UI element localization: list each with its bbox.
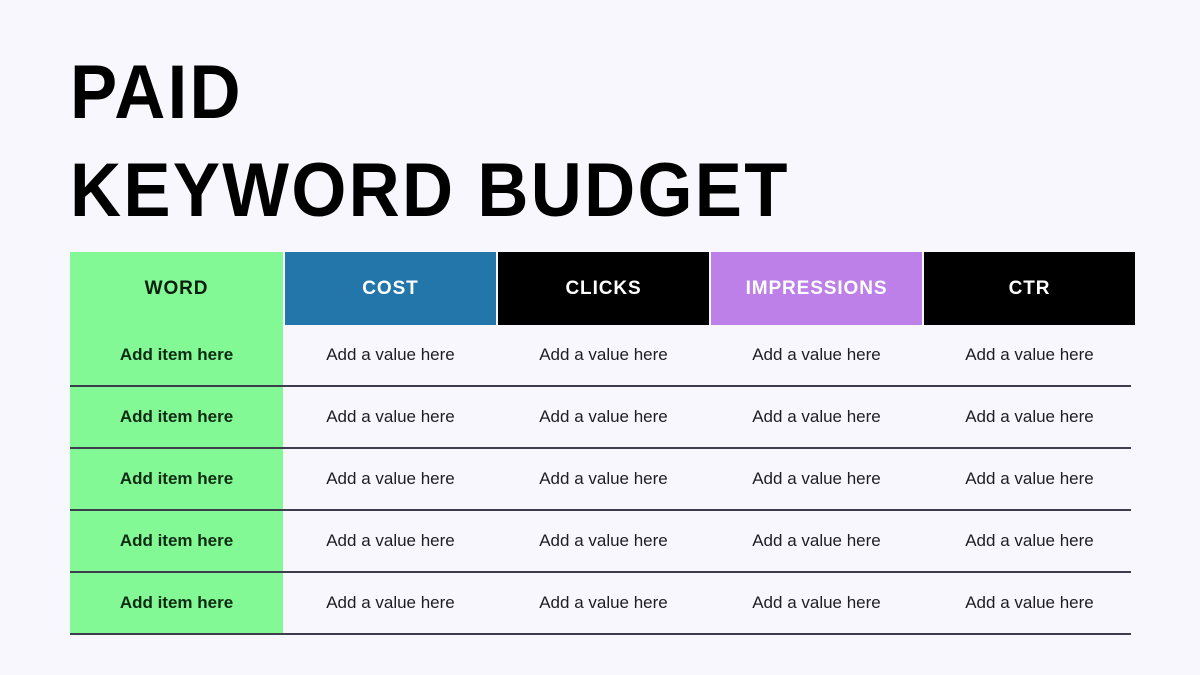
cell-clicks[interactable]: Add a value here bbox=[498, 511, 709, 571]
cell-word[interactable]: Add item here bbox=[70, 387, 283, 447]
title-line-1: PAID bbox=[70, 50, 243, 135]
cell-ctr[interactable]: Add a value here bbox=[924, 325, 1135, 385]
cell-impressions[interactable]: Add a value here bbox=[711, 449, 922, 509]
cell-ctr[interactable]: Add a value here bbox=[924, 573, 1135, 633]
slide-canvas: PAID KEYWORD BUDGET WORD COST CLICKS IMP… bbox=[0, 0, 1200, 675]
cell-ctr[interactable]: Add a value here bbox=[924, 449, 1135, 509]
cell-cost[interactable]: Add a value here bbox=[285, 325, 496, 385]
cell-word[interactable]: Add item here bbox=[70, 573, 283, 633]
budget-table: WORD COST CLICKS IMPRESSIONS CTR Add ite… bbox=[70, 252, 1135, 635]
table-row: Add item here Add a value here Add a value… bbox=[70, 449, 1135, 511]
cell-impressions[interactable]: Add a value here bbox=[711, 325, 922, 385]
cell-impressions[interactable]: Add a value here bbox=[711, 387, 922, 447]
table-header-row: WORD COST CLICKS IMPRESSIONS CTR bbox=[70, 252, 1135, 325]
column-header-clicks[interactable]: CLICKS bbox=[498, 252, 709, 325]
table-row: Add item here Add a value here Add a value… bbox=[70, 325, 1135, 387]
cell-cost[interactable]: Add a value here bbox=[285, 387, 496, 447]
column-header-impressions[interactable]: IMPRESSIONS bbox=[711, 252, 922, 325]
cell-cost[interactable]: Add a value here bbox=[285, 573, 496, 633]
table-row: Add item here Add a value here Add a value… bbox=[70, 573, 1135, 635]
column-header-cost[interactable]: COST bbox=[285, 252, 496, 325]
cell-cost[interactable]: Add a value here bbox=[285, 449, 496, 509]
cell-ctr[interactable]: Add a value here bbox=[924, 511, 1135, 571]
cell-ctr[interactable]: Add a value here bbox=[924, 387, 1135, 447]
cell-clicks[interactable]: Add a value here bbox=[498, 573, 709, 633]
table-row: Add item here Add a value here Add a value… bbox=[70, 511, 1135, 573]
cell-clicks[interactable]: Add a value here bbox=[498, 387, 709, 447]
column-header-ctr[interactable]: CTR bbox=[924, 252, 1135, 325]
page-title: PAID KEYWORD BUDGET bbox=[70, 48, 1130, 235]
column-header-word[interactable]: WORD bbox=[70, 252, 283, 325]
cell-impressions[interactable]: Add a value here bbox=[711, 573, 922, 633]
title-line-2: KEYWORD BUDGET bbox=[70, 147, 790, 233]
cell-word[interactable]: Add item here bbox=[70, 511, 283, 571]
cell-cost[interactable]: Add a value here bbox=[285, 511, 496, 571]
cell-clicks[interactable]: Add a value here bbox=[498, 449, 709, 509]
table-row: Add item here Add a value here Add a value… bbox=[70, 387, 1135, 449]
cell-impressions[interactable]: Add a value here bbox=[711, 511, 922, 571]
cell-word[interactable]: Add item here bbox=[70, 325, 283, 385]
cell-clicks[interactable]: Add a value here bbox=[498, 325, 709, 385]
cell-word[interactable]: Add item here bbox=[70, 449, 283, 509]
table-body: Add item here Add a value here Add a value… bbox=[70, 325, 1135, 635]
